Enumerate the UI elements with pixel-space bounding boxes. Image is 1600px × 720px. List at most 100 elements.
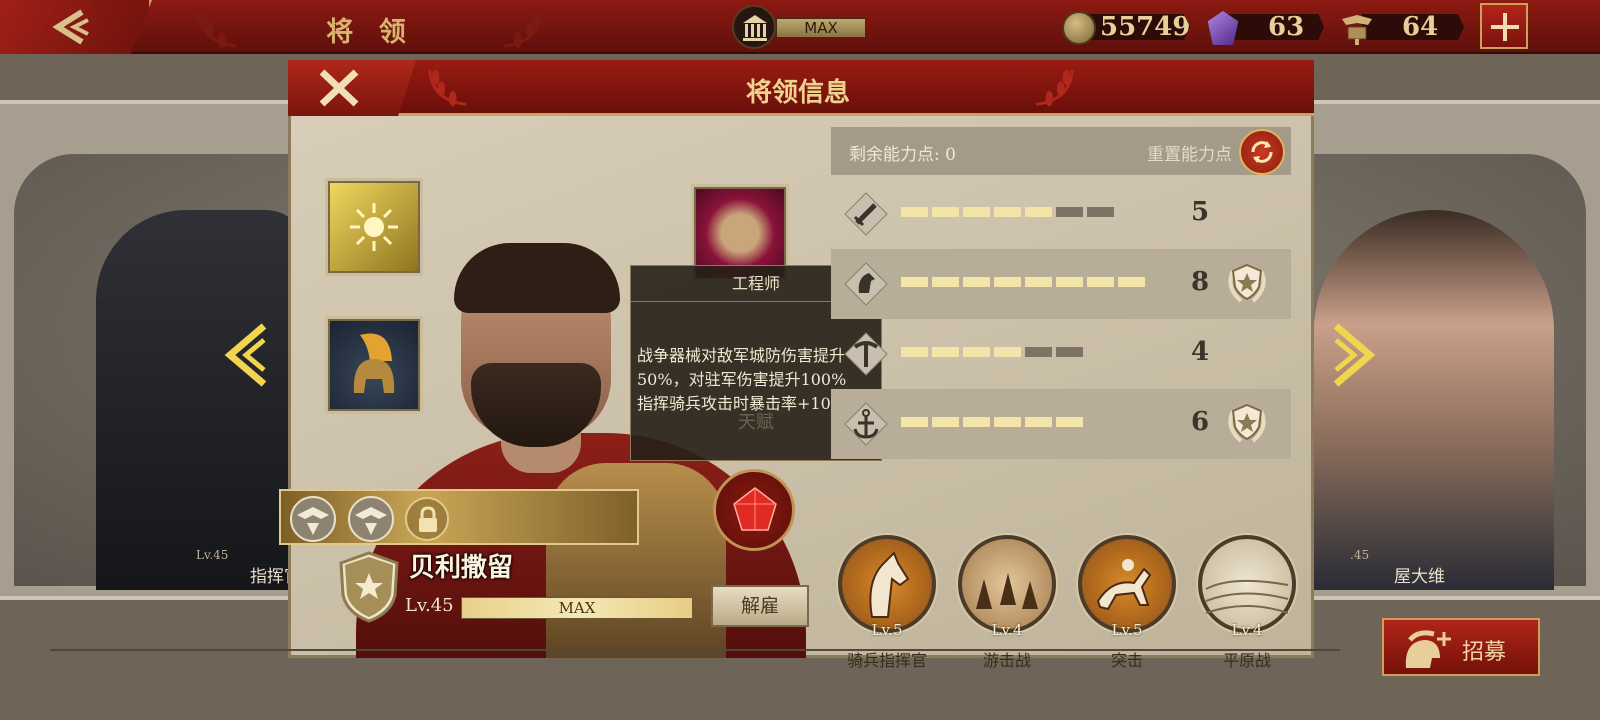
- refresh-icon: [1251, 141, 1273, 163]
- gem-slot-button[interactable]: [713, 469, 795, 551]
- stat-row-navy: 6: [831, 389, 1291, 459]
- helmet-equipment[interactable]: [328, 319, 420, 411]
- stat-segment: [1087, 207, 1114, 217]
- stat-segment: [963, 347, 990, 357]
- talent-label: 天赋: [738, 412, 774, 433]
- stat-segment: [932, 417, 959, 427]
- close-button[interactable]: [288, 60, 416, 116]
- anchor-icon: [844, 402, 888, 446]
- coin-amount: 55749: [1084, 14, 1190, 40]
- spqr-amount: 64: [1362, 14, 1464, 40]
- skill-level: Lv.5: [1111, 621, 1143, 639]
- building-level-bar: MAX: [776, 18, 866, 38]
- skill-level: Lv.5: [871, 621, 903, 639]
- laurel-left-icon: [196, 9, 237, 48]
- stat-segment: [963, 207, 990, 217]
- stat-segment: [994, 277, 1021, 287]
- stat-value: 4: [1191, 337, 1210, 367]
- stat-progress-bar: [901, 207, 1114, 217]
- general-name: 贝利撒留: [409, 553, 514, 583]
- stat-row-siege: 4: [831, 319, 1291, 389]
- previous-general-arrow-icon[interactable]: [224, 322, 268, 388]
- stat-row-cavalry: 8: [831, 249, 1291, 319]
- horse-head-icon: [838, 535, 936, 633]
- laurel-right-icon: [1035, 69, 1074, 107]
- spartan-helmet-plus-icon: [1405, 630, 1451, 668]
- laurel-star-badge-icon: [1228, 263, 1266, 303]
- stat-progress-bar: [901, 417, 1083, 427]
- stat-segment: [1025, 277, 1052, 287]
- stat-segment: [901, 207, 928, 217]
- laurel-right-icon: [503, 9, 544, 48]
- close-icon: [319, 69, 359, 107]
- locked-rank-slot[interactable]: [405, 497, 449, 541]
- stat-segment: [932, 207, 959, 217]
- reset-points-button[interactable]: [1239, 129, 1285, 175]
- stat-segment: [1025, 417, 1052, 427]
- dismiss-button[interactable]: 解雇: [711, 585, 809, 627]
- stat-segment: [963, 277, 990, 287]
- temple-icon: [743, 15, 767, 41]
- back-arrow-icon: [52, 9, 89, 45]
- recruit-label: 招募: [1462, 640, 1507, 665]
- gem-resource[interactable]: 63: [1206, 11, 1324, 45]
- stat-segment: [994, 417, 1021, 427]
- back-button[interactable]: [0, 0, 152, 54]
- coin-resource[interactable]: 55749: [1062, 11, 1192, 45]
- laurel-star-badge-icon: [1228, 403, 1266, 443]
- top-bar: 将 领 MAX 55749 63 64: [0, 0, 1600, 54]
- stat-segment: [994, 207, 1021, 217]
- building-level-icon[interactable]: [732, 5, 776, 49]
- skill-level: Lv.4: [1231, 621, 1263, 639]
- red-gem-icon: [733, 487, 777, 531]
- rank-bar: [279, 489, 639, 545]
- recruit-button[interactable]: 招募: [1382, 618, 1540, 676]
- rank-eagle-icon: [290, 496, 336, 542]
- stat-row-attack: 5: [831, 179, 1291, 249]
- coin-icon: [1062, 11, 1096, 45]
- apollo-banner-equipment[interactable]: [328, 181, 420, 273]
- general-rank-shield-icon: [339, 551, 399, 623]
- dialog-header: 将领信息: [288, 60, 1314, 116]
- stat-segment: [932, 347, 959, 357]
- previous-general-portrait[interactable]: [96, 210, 306, 590]
- general-xp-bar: MAX: [461, 597, 693, 619]
- stat-segment: [1056, 347, 1083, 357]
- add-resource-button[interactable]: [1480, 3, 1528, 49]
- spqr-eagle-icon: [1342, 15, 1372, 45]
- next-general-portrait[interactable]: [1314, 210, 1554, 590]
- general-level: Lv.45: [405, 595, 454, 616]
- rank-eagle-icon: [348, 496, 394, 542]
- stat-value: 5: [1191, 197, 1210, 227]
- stat-segment: [932, 277, 959, 287]
- stat-segment: [901, 417, 928, 427]
- laurel-left-icon: [428, 69, 467, 107]
- stat-segment: [1056, 207, 1083, 217]
- stat-segment: [1056, 277, 1083, 287]
- ability-header: 剩余能力点: 0 重置能力点: [831, 127, 1291, 175]
- dialog-title: 将领信息: [745, 78, 850, 108]
- pickaxe-icon: [844, 332, 888, 376]
- stat-segment: [1025, 207, 1052, 217]
- horse-icon: [844, 262, 888, 306]
- stat-segment: [1118, 277, 1145, 287]
- spqr-resource[interactable]: 64: [1340, 11, 1464, 45]
- general-info-dialog: 将领信息 工程师 战争器械对敌军城防伤害提升 50%，对驻军伤害提升100% 指…: [279, 60, 1314, 670]
- next-general-arrow-icon[interactable]: [1332, 322, 1376, 388]
- sword-icon: [844, 192, 888, 236]
- stat-segment: [994, 347, 1021, 357]
- reset-points-label: 重置能力点: [1147, 145, 1232, 165]
- skill-level: Lv.4: [991, 621, 1023, 639]
- stat-segment: [1025, 347, 1052, 357]
- page-title: 将 领: [326, 17, 414, 48]
- divider: [50, 649, 1340, 651]
- lock-icon: [419, 506, 437, 532]
- next-general-level: .45: [1350, 548, 1370, 562]
- previous-general-level: Lv.45: [196, 548, 229, 562]
- stat-value: 8: [1191, 267, 1210, 297]
- next-general-name: 屋大维: [1394, 567, 1445, 587]
- stat-segment: [963, 417, 990, 427]
- stat-segment: [901, 277, 928, 287]
- cavalry-riders-icon: [958, 535, 1056, 633]
- gem-amount: 63: [1228, 14, 1324, 40]
